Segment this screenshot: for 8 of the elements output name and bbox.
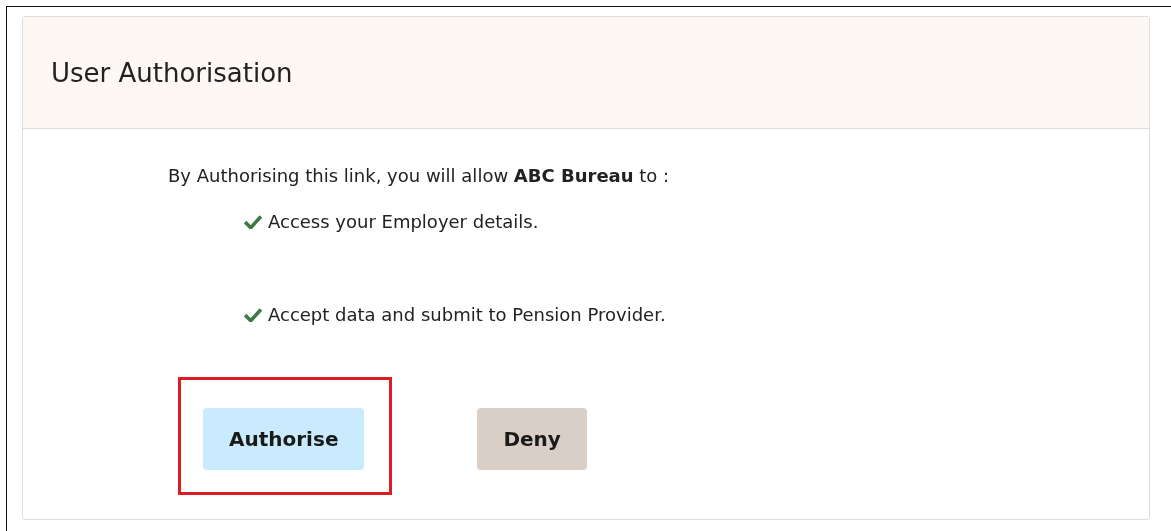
permission-text: Accept data and submit to Pension Provider. xyxy=(268,303,666,325)
action-button[interactable]: Deny xyxy=(477,408,587,470)
check-icon xyxy=(244,306,262,322)
permission-text: Access your Employer details. xyxy=(268,210,539,232)
action-button[interactable]: Authorise xyxy=(203,408,365,470)
intro-text: By Authorising this link, you will allow ABC Bureau to : xyxy=(168,165,671,186)
panel-title: User Authorisation xyxy=(51,57,293,88)
check-icon xyxy=(244,213,262,229)
